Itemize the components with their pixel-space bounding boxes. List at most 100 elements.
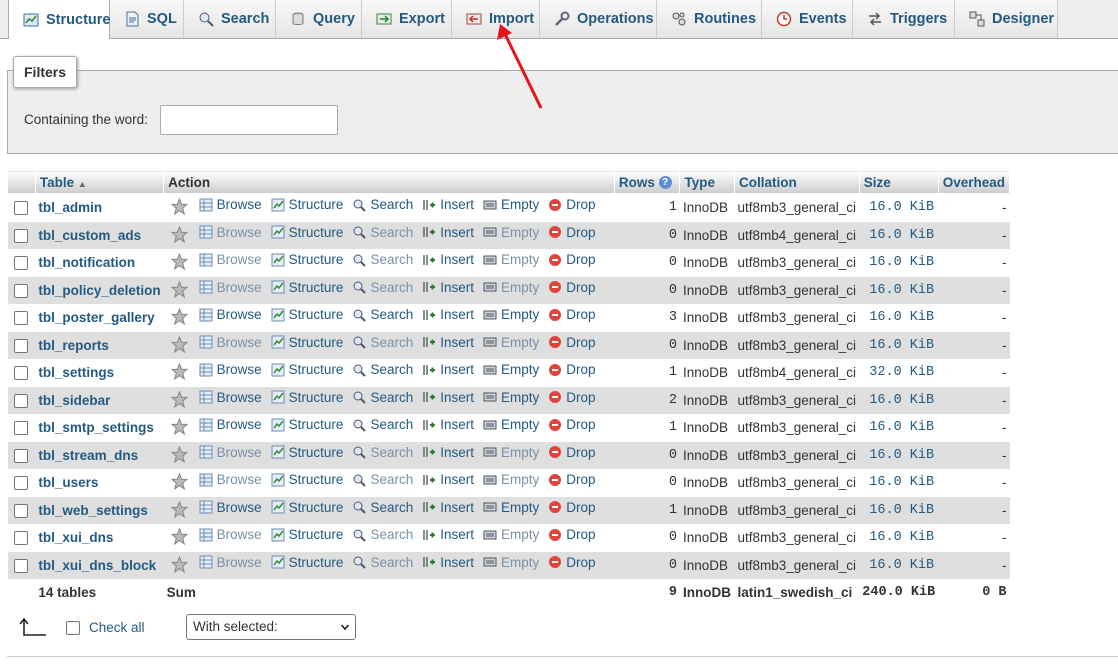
insert-action[interactable]: Insert: [422, 362, 474, 377]
row-checkbox[interactable]: [14, 228, 29, 243]
search-action[interactable]: Search: [352, 527, 413, 542]
browse-action[interactable]: Browse: [199, 252, 262, 267]
search-action[interactable]: Search: [352, 445, 413, 460]
search-action[interactable]: Search: [352, 225, 413, 240]
insert-action[interactable]: Insert: [422, 500, 474, 515]
size-value[interactable]: 16.0 KiB: [859, 276, 939, 304]
size-value[interactable]: 16.0 KiB: [859, 304, 939, 332]
drop-action[interactable]: Drop: [548, 527, 596, 542]
structure-action[interactable]: Structure: [271, 527, 343, 542]
drop-action[interactable]: Drop: [548, 197, 596, 212]
empty-action[interactable]: Empty: [483, 280, 539, 295]
filter-word-input[interactable]: [160, 105, 338, 135]
empty-action[interactable]: Empty: [483, 472, 539, 487]
drop-action[interactable]: Drop: [548, 225, 596, 240]
collation-sort-link[interactable]: Collation: [739, 175, 797, 190]
drop-action[interactable]: Drop: [548, 362, 596, 377]
structure-action[interactable]: Structure: [271, 362, 343, 377]
favorite-star-icon[interactable]: [170, 445, 188, 466]
row-checkbox[interactable]: [14, 448, 29, 463]
table-name-link[interactable]: tbl_sidebar: [38, 393, 110, 408]
row-checkbox[interactable]: [14, 531, 29, 546]
row-checkbox[interactable]: [14, 366, 29, 381]
drop-action[interactable]: Drop: [548, 252, 596, 267]
browse-action[interactable]: Browse: [199, 417, 262, 432]
empty-action[interactable]: Empty: [483, 555, 539, 570]
rows-sort-link[interactable]: Rows: [619, 175, 655, 190]
row-checkbox[interactable]: [14, 201, 29, 216]
search-action[interactable]: Search: [352, 390, 413, 405]
with-selected-select[interactable]: With selected:: [186, 614, 356, 640]
size-value[interactable]: 16.0 KiB: [859, 386, 939, 414]
search-action[interactable]: Search: [352, 335, 413, 350]
drop-action[interactable]: Drop: [548, 307, 596, 322]
search-action[interactable]: Search: [352, 417, 413, 432]
table-name-link[interactable]: tbl_web_settings: [38, 503, 148, 518]
table-name-link[interactable]: tbl_admin: [38, 200, 102, 215]
structure-action[interactable]: Structure: [271, 390, 343, 405]
insert-action[interactable]: Insert: [422, 390, 474, 405]
row-checkbox[interactable]: [14, 476, 29, 491]
search-action[interactable]: Search: [352, 197, 413, 212]
row-checkbox[interactable]: [14, 421, 29, 436]
tab-triggers[interactable]: Triggers: [853, 0, 955, 38]
drop-action[interactable]: Drop: [548, 445, 596, 460]
browse-action[interactable]: Browse: [199, 527, 262, 542]
insert-action[interactable]: Insert: [422, 280, 474, 295]
empty-action[interactable]: Empty: [483, 362, 539, 377]
insert-action[interactable]: Insert: [422, 335, 474, 350]
search-action[interactable]: Search: [352, 500, 413, 515]
table-name-link[interactable]: tbl_users: [38, 475, 98, 490]
favorite-star-icon[interactable]: [170, 307, 188, 328]
favorite-star-icon[interactable]: [170, 362, 188, 383]
structure-action[interactable]: Structure: [271, 280, 343, 295]
insert-action[interactable]: Insert: [422, 197, 474, 212]
insert-action[interactable]: Insert: [422, 472, 474, 487]
favorite-star-icon[interactable]: [170, 280, 188, 301]
drop-action[interactable]: Drop: [548, 417, 596, 432]
insert-action[interactable]: Insert: [422, 445, 474, 460]
table-name-link[interactable]: tbl_poster_gallery: [38, 310, 154, 325]
size-value[interactable]: 32.0 KiB: [859, 359, 939, 387]
browse-action[interactable]: Browse: [199, 555, 262, 570]
empty-action[interactable]: Empty: [483, 500, 539, 515]
favorite-star-icon[interactable]: [170, 335, 188, 356]
row-checkbox[interactable]: [14, 311, 29, 326]
browse-action[interactable]: Browse: [199, 280, 262, 295]
search-action[interactable]: Search: [352, 362, 413, 377]
type-sort-link[interactable]: Type: [684, 175, 715, 190]
favorite-star-icon[interactable]: [170, 472, 188, 493]
structure-action[interactable]: Structure: [271, 472, 343, 487]
table-name-link[interactable]: tbl_policy_deletion: [38, 283, 160, 298]
empty-action[interactable]: Empty: [483, 225, 539, 240]
favorite-star-icon[interactable]: [170, 527, 188, 548]
structure-action[interactable]: Structure: [271, 252, 343, 267]
drop-action[interactable]: Drop: [548, 555, 596, 570]
table-name-link[interactable]: tbl_custom_ads: [38, 228, 141, 243]
favorite-star-icon[interactable]: [170, 417, 188, 438]
tab-search[interactable]: Search: [184, 0, 276, 38]
structure-action[interactable]: Structure: [271, 197, 343, 212]
check-all-checkbox[interactable]: [66, 620, 80, 635]
browse-action[interactable]: Browse: [199, 445, 262, 460]
tab-events[interactable]: Events: [762, 0, 853, 38]
size-value[interactable]: 16.0 KiB: [859, 331, 939, 359]
structure-action[interactable]: Structure: [271, 417, 343, 432]
insert-action[interactable]: Insert: [422, 225, 474, 240]
size-value[interactable]: 16.0 KiB: [859, 469, 939, 497]
size-value[interactable]: 16.0 KiB: [859, 249, 939, 277]
row-checkbox[interactable]: [14, 558, 29, 573]
row-checkbox[interactable]: [14, 283, 29, 298]
table-sort-link[interactable]: Table: [40, 175, 74, 190]
table-name-link[interactable]: tbl_smtp_settings: [38, 420, 154, 435]
structure-action[interactable]: Structure: [271, 335, 343, 350]
tab-query[interactable]: Query: [276, 0, 362, 38]
table-name-link[interactable]: tbl_reports: [38, 338, 109, 353]
drop-action[interactable]: Drop: [548, 390, 596, 405]
browse-action[interactable]: Browse: [199, 307, 262, 322]
row-checkbox[interactable]: [14, 338, 29, 353]
size-value[interactable]: 16.0 KiB: [859, 496, 939, 524]
browse-action[interactable]: Browse: [199, 225, 262, 240]
table-name-link[interactable]: tbl_stream_dns: [38, 448, 138, 463]
type-column-header[interactable]: Type: [679, 170, 735, 194]
